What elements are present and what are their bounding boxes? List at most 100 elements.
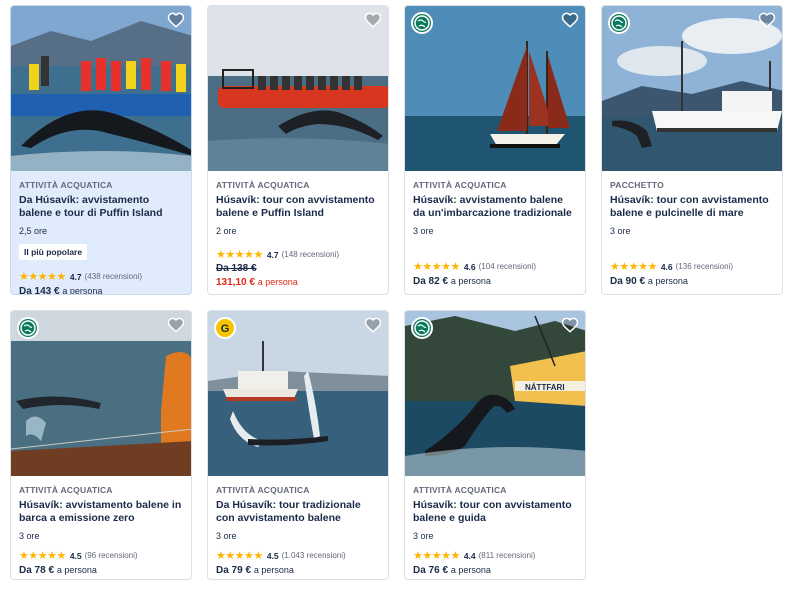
activity-photo[interactable]	[602, 6, 782, 171]
star-rating-icons: ★★★★★	[413, 261, 460, 273]
price-row: Da 76 € a persona	[413, 565, 577, 576]
heart-outline-icon[interactable]	[758, 11, 776, 29]
activity-photo[interactable]: NÁTTFARI	[405, 311, 585, 476]
star-rating-icons: ★★★★★	[413, 550, 460, 562]
heart-outline-icon[interactable]	[167, 11, 185, 29]
rating-score: 4.7	[266, 249, 279, 260]
price-unit: a persona	[56, 565, 97, 575]
activity-photo[interactable]	[208, 6, 388, 171]
star-rating-icons: ★★★★★	[216, 249, 263, 261]
review-count: (1.043 recensioni)	[281, 551, 346, 560]
activity-title[interactable]: Da Húsavík: avvistamento balene e tour d…	[19, 194, 183, 220]
activity-title[interactable]: Húsavík: avvistamento balene da un'imbar…	[413, 194, 577, 220]
activity-photo[interactable]	[11, 6, 191, 171]
category-label: ATTIVITÀ ACQUATICA	[19, 180, 113, 190]
svg-text:G: G	[221, 323, 230, 335]
eco-globe-icon	[608, 12, 630, 34]
review-count: (96 recensioni)	[84, 551, 138, 560]
activity-title[interactable]: Húsavík: tour con avvistamento balene e …	[413, 499, 577, 525]
price-value: Da 78 €	[19, 565, 55, 576]
category-label: PACCHETTO	[610, 180, 664, 190]
rating-score: 4.6	[463, 261, 476, 272]
star-rating-icons: ★★★★★	[610, 261, 657, 273]
price-row: Da 90 € a persona	[610, 276, 774, 287]
activity-title[interactable]: Da Húsavík: tour tradizionale con avvist…	[216, 499, 380, 525]
review-count: (148 recensioni)	[281, 250, 340, 259]
activity-card[interactable]: NÁTTFARI ATTIVITÀ ACQUATICA Húsavík: tou…	[404, 310, 586, 580]
duration-label: 2,5 ore	[19, 226, 48, 236]
price-unit: a persona	[257, 277, 298, 287]
activity-card[interactable]: ATTIVITÀ ACQUATICA Húsavík: avvistamento…	[10, 310, 192, 580]
duration-label: 3 ore	[610, 226, 631, 236]
rating-score: 4.6	[660, 261, 673, 272]
duration-label: 2 ore	[216, 226, 237, 236]
price-row: Da 143 € a persona	[19, 286, 183, 295]
rating-row: ★★★★★ 4.5 (96 recensioni)	[19, 549, 183, 562]
category-label: ATTIVITÀ ACQUATICA	[19, 485, 113, 495]
eco-globe-icon	[411, 12, 433, 34]
category-label: ATTIVITÀ ACQUATICA	[216, 180, 310, 190]
price-row: 131,10 € a persona	[216, 277, 380, 288]
rating-row: ★★★★★ 4.4 (811 recensioni)	[413, 549, 577, 562]
activity-title[interactable]: Húsavík: tour con avvistamento balene e …	[610, 194, 774, 220]
rating-row: ★★★★★ 4.7 (148 recensioni)	[216, 248, 380, 261]
review-count: (438 recensioni)	[84, 272, 143, 281]
price-value: Da 143 €	[19, 286, 60, 295]
activity-card[interactable]: ATTIVITÀ ACQUATICA Húsavík: tour con avv…	[207, 5, 389, 295]
rating-score: 4.7	[69, 271, 82, 282]
duration-label: 3 ore	[413, 226, 434, 236]
original-price: Da 138 €	[216, 263, 257, 274]
review-count: (104 recensioni)	[478, 262, 537, 271]
rating-score: 4.4	[463, 550, 476, 561]
duration-label: 3 ore	[216, 531, 237, 541]
price-value: Da 79 €	[216, 565, 252, 576]
activity-photo[interactable]: G	[208, 311, 388, 476]
rating-row: ★★★★★ 4.7 (438 recensioni)	[19, 270, 183, 283]
activity-card[interactable]: G ATTIVITÀ ACQUATICA Da Húsavík: tour tr…	[207, 310, 389, 580]
price-row: Da 78 € a persona	[19, 565, 183, 576]
activity-card[interactable]: ATTIVITÀ ACQUATICA Húsavík: avvistamento…	[404, 5, 586, 295]
price-row: Da 79 € a persona	[216, 565, 380, 576]
activity-card[interactable]: PACCHETTO Húsavík: tour con avvistamento…	[601, 5, 783, 295]
rating-score: 4.5	[69, 550, 82, 561]
activity-title[interactable]: Húsavík: tour con avvistamento balene e …	[216, 194, 380, 220]
heart-outline-icon[interactable]	[167, 316, 185, 334]
heart-outline-icon[interactable]	[561, 316, 579, 334]
review-count: (811 recensioni)	[478, 551, 536, 560]
eco-globe-icon	[17, 317, 39, 339]
price-unit: a persona	[62, 286, 103, 295]
star-rating-icons: ★★★★★	[19, 271, 66, 283]
rating-score: 4.5	[266, 550, 279, 561]
rating-row: ★★★★★ 4.6 (136 recensioni)	[610, 260, 774, 273]
duration-label: 3 ore	[413, 531, 434, 541]
discount-price-value: 131,10 €	[216, 277, 255, 288]
price-value: Da 76 €	[413, 565, 449, 576]
category-label: ATTIVITÀ ACQUATICA	[413, 180, 507, 190]
heart-outline-icon[interactable]	[561, 11, 579, 29]
star-rating-icons: ★★★★★	[19, 550, 66, 562]
originals-g-icon: G	[214, 317, 236, 339]
boat-name-text: NÁTTFARI	[525, 383, 565, 392]
rating-row: ★★★★★ 4.5 (1.043 recensioni)	[216, 549, 380, 562]
price-value: Da 90 €	[610, 276, 646, 287]
price-unit: a persona	[647, 276, 688, 286]
price-row: Da 82 € a persona	[413, 276, 577, 287]
review-count: (136 recensioni)	[675, 262, 734, 271]
activity-photo[interactable]	[11, 311, 191, 476]
heart-outline-icon[interactable]	[364, 316, 382, 334]
price-unit: a persona	[253, 565, 294, 575]
rating-row: ★★★★★ 4.6 (104 recensioni)	[413, 260, 577, 273]
star-rating-icons: ★★★★★	[216, 550, 263, 562]
activity-title[interactable]: Húsavík: avvistamento balene in barca a …	[19, 499, 183, 525]
price-value: Da 82 €	[413, 276, 449, 287]
eco-globe-icon	[411, 317, 433, 339]
category-label: ATTIVITÀ ACQUATICA	[413, 485, 507, 495]
duration-label: 3 ore	[19, 531, 40, 541]
activity-card[interactable]: ATTIVITÀ ACQUATICA Da Húsavík: avvistame…	[10, 5, 192, 295]
category-label: ATTIVITÀ ACQUATICA	[216, 485, 310, 495]
price-unit: a persona	[450, 276, 491, 286]
popular-tag: Il più popolare	[19, 244, 88, 260]
activity-photo[interactable]	[405, 6, 585, 171]
heart-outline-icon[interactable]	[364, 11, 382, 29]
price-unit: a persona	[450, 565, 491, 575]
